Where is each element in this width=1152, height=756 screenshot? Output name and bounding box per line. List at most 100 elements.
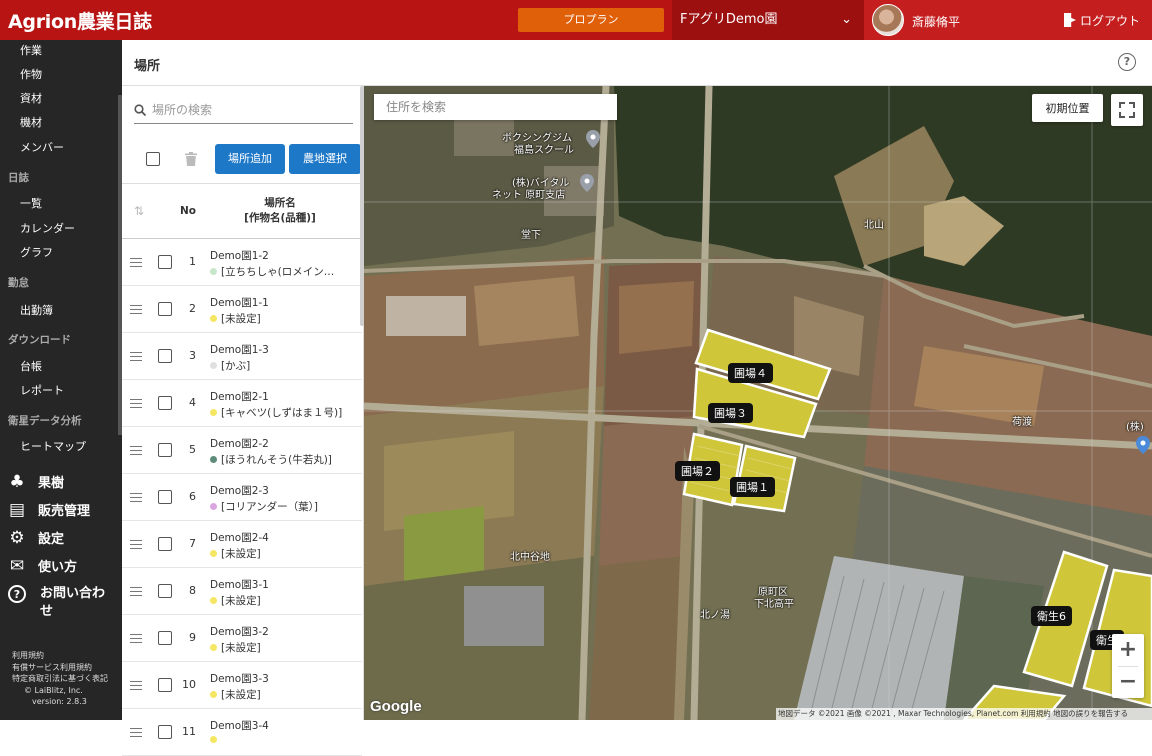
map-pin-icon[interactable] (580, 174, 594, 192)
drag-handle-icon[interactable] (130, 399, 142, 408)
location-name[interactable]: Demo園2-4 (210, 530, 269, 545)
terms-link[interactable]: 利用規約 (12, 650, 112, 662)
table-row[interactable]: 7 Demo園2-4 [未設定] (122, 521, 362, 568)
sidebar-item-graph[interactable]: グラフ (20, 244, 53, 260)
map-attribution[interactable]: 地図データ ©2021 画像 ©2021 , Maxar Technologie… (776, 708, 1152, 720)
sidebar-item-settings[interactable]: ⚙ 設定 (6, 528, 64, 548)
row-checkbox[interactable] (158, 349, 172, 363)
drag-handle-icon[interactable] (130, 352, 142, 361)
crop-color-dot (210, 268, 217, 275)
location-name[interactable]: Demo園3-4 (210, 718, 269, 733)
field-label-3[interactable]: 圃場３ (708, 403, 753, 423)
drag-handle-icon[interactable] (130, 728, 142, 737)
place-label: 北中谷地 (510, 552, 550, 563)
sidebar-item-equipment[interactable]: 機材 (20, 114, 42, 130)
field-label-hygiene6[interactable]: 衛生6 (1031, 606, 1072, 626)
field-label-4[interactable]: 圃場４ (728, 363, 773, 383)
sidebar-item-heatmap[interactable]: ヒートマップ (20, 438, 86, 454)
table-row[interactable]: 6 Demo園2-3 [コリアンダー（葉）] (122, 474, 362, 521)
logout-button[interactable]: ログアウト (1064, 12, 1140, 29)
location-name[interactable]: Demo園1-1 (210, 295, 269, 310)
drag-handle-icon[interactable] (130, 540, 142, 549)
select-farmland-button[interactable]: 農地選択 (289, 144, 361, 174)
table-row[interactable]: 3 Demo園1-3 [かぶ] (122, 333, 362, 380)
table-row[interactable]: 10 Demo園3-3 [未設定] (122, 662, 362, 709)
user-area: 斎藤脩平 ログアウト (864, 0, 1152, 40)
row-checkbox[interactable] (158, 443, 172, 457)
location-name[interactable]: Demo園1-2 (210, 248, 269, 263)
sidebar-item-diary-list[interactable]: 一覧 (20, 195, 42, 211)
fullscreen-button[interactable] (1111, 94, 1143, 126)
map-view[interactable]: 初期位置 圃場４ 圃場３ 圃場２ 圃場１ 衛生6 衛生 ボクシングジム 福島スク… (364, 86, 1152, 720)
farm-select[interactable]: FアグリDemo園 ⌄ (672, 0, 864, 40)
user-name[interactable]: 斎藤脩平 (912, 13, 960, 30)
location-name[interactable]: Demo園2-3 (210, 483, 269, 498)
drag-handle-icon[interactable] (130, 305, 142, 314)
drag-handle-icon[interactable] (130, 493, 142, 502)
sidebar-section-diary: 日誌 (8, 172, 29, 184)
location-name[interactable]: Demo園2-1 (210, 389, 269, 404)
location-name[interactable]: Demo園3-3 (210, 671, 269, 686)
pro-plan-button[interactable]: プロプラン (518, 8, 664, 32)
table-row[interactable]: 4 Demo園2-1 [キャベツ(しずはま１号)] (122, 380, 362, 427)
select-all-checkbox[interactable] (146, 152, 160, 166)
table-row[interactable]: 2 Demo園1-1 [未設定] (122, 286, 362, 333)
zoom-in-button[interactable]: + (1112, 634, 1144, 666)
sidebar-item-ledger[interactable]: 台帳 (20, 358, 42, 374)
field-label-1[interactable]: 圃場１ (730, 477, 775, 497)
map-pin-icon[interactable] (1136, 436, 1150, 454)
sidebar-item-materials[interactable]: 資材 (20, 90, 42, 106)
row-checkbox[interactable] (158, 255, 172, 269)
location-name[interactable]: Demo園1-3 (210, 342, 269, 357)
sidebar-item-crops[interactable]: 作物 (20, 66, 42, 82)
sidebar-item-attendance-book[interactable]: 出勤簿 (20, 302, 53, 318)
zoom-out-button[interactable]: − (1112, 666, 1144, 698)
map-pin-icon[interactable] (586, 130, 600, 148)
paid-terms-link[interactable]: 有償サービス利用規約 (12, 662, 112, 674)
location-name[interactable]: Demo園3-2 (210, 624, 269, 639)
commerce-law-link[interactable]: 特定商取引法に基づく表記 (12, 673, 112, 685)
drag-handle-icon[interactable] (130, 634, 142, 643)
sidebar-item-contact[interactable]: ? お問い合わせ (6, 585, 116, 621)
sidebar-item-report[interactable]: レポート (20, 382, 64, 398)
row-checkbox[interactable] (158, 584, 172, 598)
row-number: 6 (189, 490, 196, 503)
trash-icon[interactable] (185, 152, 197, 166)
table-row[interactable]: 11 Demo園3-4 (122, 709, 362, 756)
table-row[interactable]: 9 Demo園3-2 [未設定] (122, 615, 362, 662)
drag-handle-icon[interactable] (130, 587, 142, 596)
drag-handle-icon[interactable] (130, 681, 142, 690)
table-row[interactable]: 8 Demo園3-1 [未設定] (122, 568, 362, 615)
crop-color-dot (210, 456, 217, 463)
location-name[interactable]: Demo園2-2 (210, 436, 269, 451)
sidebar-item-sales[interactable]: ▤ 販売管理 (6, 500, 90, 520)
sort-icon[interactable]: ⇅ (134, 204, 144, 218)
app-logo[interactable]: Agrion農業日誌 (8, 7, 152, 34)
row-checkbox[interactable] (158, 302, 172, 316)
sidebar-item-tasks[interactable]: 作業 (20, 42, 42, 58)
add-location-button[interactable]: 場所追加 (215, 144, 285, 174)
sidebar-item-orchard[interactable]: ♣ 果樹 (6, 472, 64, 492)
avatar[interactable] (872, 4, 904, 36)
sidebar-item-members[interactable]: メンバー (20, 139, 64, 155)
table-row[interactable]: 5 Demo園2-2 [ほうれんそう(牛若丸)] (122, 427, 362, 474)
table-row[interactable]: 1 Demo園1-2 [立ちちしゃ(ロメイン… (122, 239, 362, 286)
help-icon[interactable]: ? (1118, 53, 1136, 71)
location-name[interactable]: Demo園3-1 (210, 577, 269, 592)
field-label-2[interactable]: 圃場２ (675, 461, 720, 481)
row-checkbox[interactable] (158, 490, 172, 504)
sidebar-item-calendar[interactable]: カレンダー (20, 220, 75, 236)
crop-name: [未設定] (210, 593, 360, 608)
crop-name: [未設定] (210, 546, 360, 561)
row-checkbox[interactable] (158, 396, 172, 410)
initial-position-button[interactable]: 初期位置 (1032, 94, 1103, 122)
row-checkbox[interactable] (158, 537, 172, 551)
row-checkbox[interactable] (158, 678, 172, 692)
row-checkbox[interactable] (158, 631, 172, 645)
row-checkbox[interactable] (158, 725, 172, 739)
drag-handle-icon[interactable] (130, 258, 142, 267)
drag-handle-icon[interactable] (130, 446, 142, 455)
address-search-input[interactable] (374, 94, 617, 120)
location-search-input[interactable] (152, 100, 347, 120)
sidebar-item-howto[interactable]: ✉ 使い方 (6, 556, 77, 576)
